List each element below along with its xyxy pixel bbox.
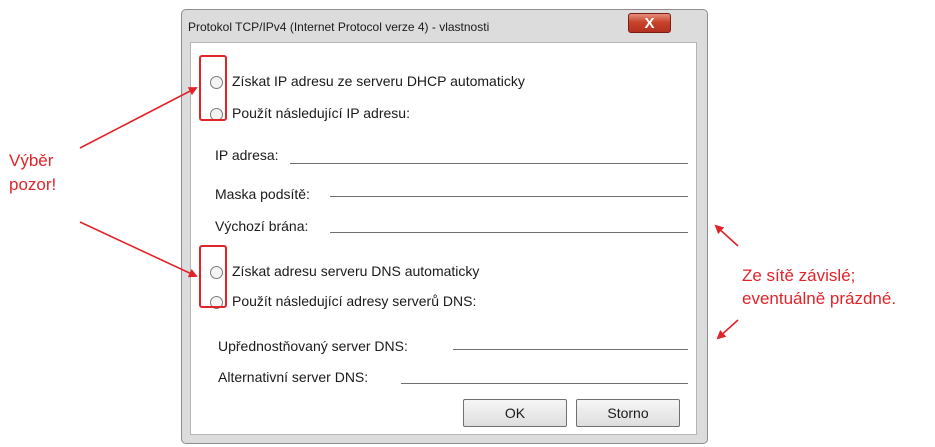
annotation-arrows — [79, 87, 739, 340]
arrow-to-ip-radios — [79, 87, 198, 149]
arrow-to-dns-radios — [79, 221, 198, 278]
arrow-to-ip-fields — [714, 224, 739, 247]
arrow-to-dns-fields — [716, 319, 739, 340]
